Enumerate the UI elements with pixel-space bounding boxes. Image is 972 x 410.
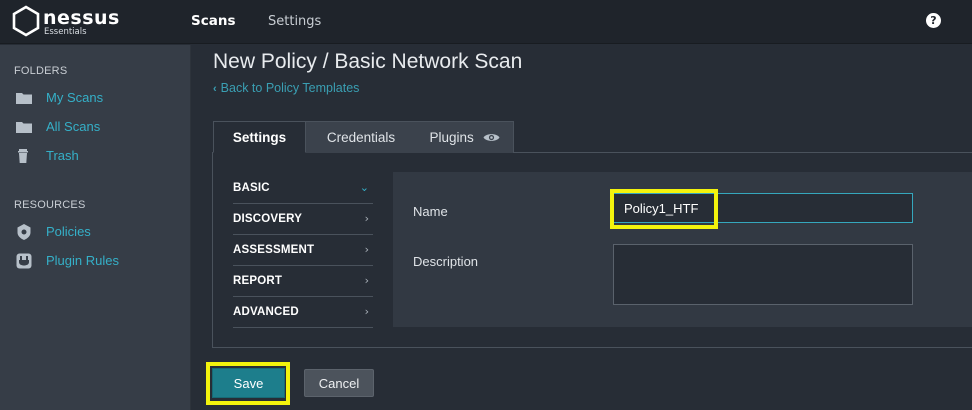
section-advanced[interactable]: ADVANCED › <box>233 297 373 328</box>
chevron-right-icon: › <box>364 305 369 318</box>
sidebar-item-policies[interactable]: Policies <box>16 223 186 243</box>
chevron-right-icon: › <box>364 243 369 256</box>
sidebar-item-label: All Scans <box>46 119 101 134</box>
nav-settings[interactable]: Settings <box>268 14 321 29</box>
sidebar-item-my-scans[interactable]: My Scans <box>16 89 186 109</box>
cancel-button[interactable]: Cancel <box>304 369 374 397</box>
shield-icon <box>17 224 31 240</box>
nav-scans[interactable]: Scans <box>191 13 235 29</box>
plug-icon <box>16 253 32 269</box>
chevron-right-icon: › <box>364 274 369 287</box>
sidebar-item-trash[interactable]: Trash <box>16 147 186 167</box>
chevron-left-icon: ‹ <box>213 83 217 95</box>
section-label: ADVANCED <box>233 306 299 318</box>
folder-icon <box>16 122 32 133</box>
section-discovery[interactable]: DISCOVERY › <box>233 204 373 235</box>
section-label: BASIC <box>233 182 270 194</box>
section-report[interactable]: REPORT › <box>233 266 373 297</box>
chevron-down-icon: ⌄ <box>359 181 369 194</box>
logo-edition: Essentials <box>44 27 87 37</box>
section-label: DISCOVERY <box>233 213 303 225</box>
sidebar-item-label: My Scans <box>46 90 104 105</box>
tab-credentials[interactable]: Credentials <box>306 121 416 153</box>
description-label: Description <box>413 254 479 269</box>
save-button[interactable]: Save <box>212 368 285 398</box>
nessus-logo[interactable]: nessus Essentials <box>12 5 122 39</box>
page-title: New Policy / Basic Network Scan <box>213 50 523 73</box>
sidebar-item-label: Policies <box>46 224 91 239</box>
top-bar: nessus Essentials Scans Settings ? <box>0 0 972 44</box>
folders-heading: FOLDERS <box>14 65 68 77</box>
help-icon[interactable]: ? <box>926 13 941 28</box>
sidebar-item-label: Trash <box>46 148 79 163</box>
tab-plugins[interactable]: Plugins <box>416 121 514 153</box>
folder-icon <box>16 93 32 104</box>
section-basic[interactable]: BASIC ⌄ <box>233 173 373 204</box>
resources-heading: RESOURCES <box>14 199 86 211</box>
chevron-right-icon: › <box>364 212 369 225</box>
section-label: ASSESSMENT <box>233 244 315 256</box>
eye-icon <box>483 134 500 141</box>
back-link-label: Back to Policy Templates <box>220 81 360 95</box>
logo-wordmark: nessus <box>43 7 120 29</box>
tab-settings[interactable]: Settings <box>213 121 306 153</box>
sidebar-item-label: Plugin Rules <box>46 253 119 268</box>
description-input[interactable] <box>613 244 913 305</box>
section-label: REPORT <box>233 275 283 287</box>
sidebar-item-all-scans[interactable]: All Scans <box>16 118 186 138</box>
section-assessment[interactable]: ASSESSMENT › <box>233 235 373 266</box>
name-input[interactable] <box>613 193 913 223</box>
tab-plugins-label: Plugins <box>429 130 474 145</box>
name-label: Name <box>413 204 448 219</box>
back-to-templates-link[interactable]: ‹ Back to Policy Templates <box>213 81 359 95</box>
sidebar-item-plugin-rules[interactable]: Plugin Rules <box>16 252 186 272</box>
logo-hexagon-icon <box>12 5 40 37</box>
trash-icon <box>18 149 28 163</box>
